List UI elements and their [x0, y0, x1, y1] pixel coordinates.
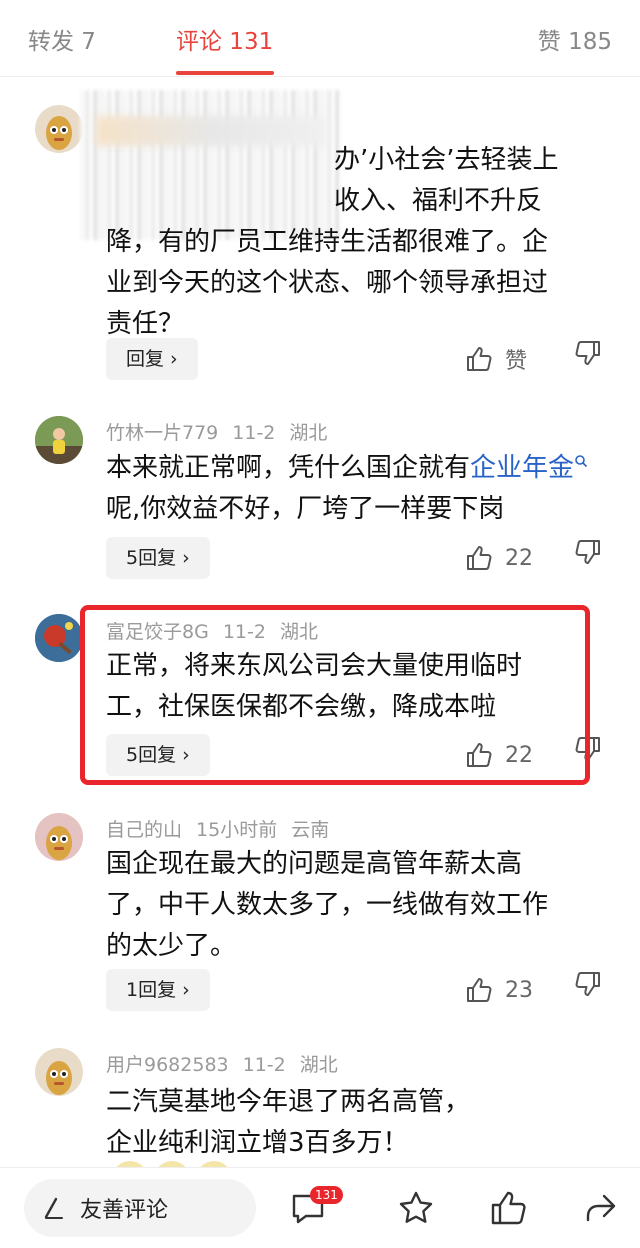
like-button[interactable]: 赞	[465, 339, 527, 379]
like-count: 22	[505, 545, 533, 571]
reply-button[interactable]: 回复 ›	[106, 338, 198, 380]
comment-text: 本来就正常啊，凭什么国企就有企业年金呢,你效益不好，厂垮了一样要下岗	[106, 448, 596, 530]
dislike-button[interactable]	[574, 339, 604, 379]
like-count: 23	[505, 977, 533, 1003]
comment-text: 办’小社会’去轻装上 收入、福利不升反 降，有的厂员工维持生活都很难了。企 业到…	[106, 145, 559, 339]
share-icon[interactable]	[580, 1188, 620, 1228]
username[interactable]: 自己的山	[106, 819, 182, 841]
comment-date: 11-2	[232, 422, 276, 444]
comment-input[interactable]: 友善评论	[24, 1179, 256, 1237]
comment-text-part: 呢,你效益不好，厂垮了一样要下岗	[106, 494, 505, 524]
thumbs-up-icon	[467, 347, 492, 371]
avatar[interactable]	[35, 416, 83, 464]
avatar[interactable]	[35, 105, 83, 153]
comment-placeholder: 友善评论	[80, 1198, 169, 1223]
comment-meta: 用户9682583 11-2 湖北	[106, 1050, 352, 1077]
comment-count-badge: 131	[310, 1186, 343, 1204]
like-label: 赞	[505, 349, 528, 374]
star-icon[interactable]	[396, 1188, 436, 1228]
active-tab-indicator	[176, 71, 274, 75]
avatar[interactable]	[35, 813, 83, 861]
highlight-box	[80, 605, 590, 785]
tab-bar: 转发 7 评论 131 赞 185	[0, 0, 640, 77]
comment-text: 国企现在最大的问题是高管年薪太高 了，中干人数太多了，一线做有效工作 的太少了。	[106, 849, 549, 961]
search-icon	[575, 455, 588, 468]
avatar[interactable]	[35, 1048, 83, 1096]
comment-text-part: 本来就正常啊，凭什么国企就有	[106, 453, 471, 483]
bottom-action-bar: 友善评论 131	[0, 1167, 640, 1248]
comment-location: 云南	[291, 819, 330, 841]
dislike-button[interactable]	[574, 538, 604, 578]
comment-date: 15小时前	[196, 819, 278, 841]
thumbs-up-icon	[467, 546, 492, 570]
pen-icon	[44, 1197, 63, 1219]
tab-likes[interactable]: 赞 185	[538, 22, 612, 56]
search-link[interactable]: 企业年金	[470, 453, 588, 483]
username[interactable]: 竹林一片779	[106, 422, 218, 444]
thumbs-up-icon[interactable]	[488, 1188, 528, 1228]
comment-location: 湖北	[289, 422, 328, 444]
comment-meta: 竹林一片779 11-2 湖北	[106, 418, 341, 445]
avatar[interactable]	[35, 614, 83, 662]
like-button[interactable]: 22	[465, 538, 533, 578]
comment-location: 湖北	[299, 1054, 338, 1076]
thumbs-down-icon	[575, 540, 600, 564]
comment-text: 二汽莫基地今年退了两名高管， 企业纯利润立增3百多万！	[106, 1087, 471, 1158]
comment-meta: 自己的山 15小时前 云南	[106, 815, 343, 842]
dislike-button[interactable]	[574, 970, 604, 1010]
username[interactable]: 用户9682583	[106, 1054, 229, 1076]
search-link-text: 企业年金	[470, 453, 575, 483]
comment-date: 11-2	[242, 1054, 286, 1076]
tab-comments[interactable]: 评论 131	[176, 22, 273, 56]
thumbs-down-icon	[575, 972, 600, 996]
thumbs-down-icon	[575, 341, 600, 365]
tab-repost[interactable]: 转发 7	[28, 22, 96, 56]
like-button[interactable]: 23	[465, 970, 533, 1010]
thumbs-up-icon	[467, 978, 492, 1002]
reply-button[interactable]: 5回复 ›	[106, 537, 210, 579]
reply-button[interactable]: 1回复 ›	[106, 969, 210, 1011]
